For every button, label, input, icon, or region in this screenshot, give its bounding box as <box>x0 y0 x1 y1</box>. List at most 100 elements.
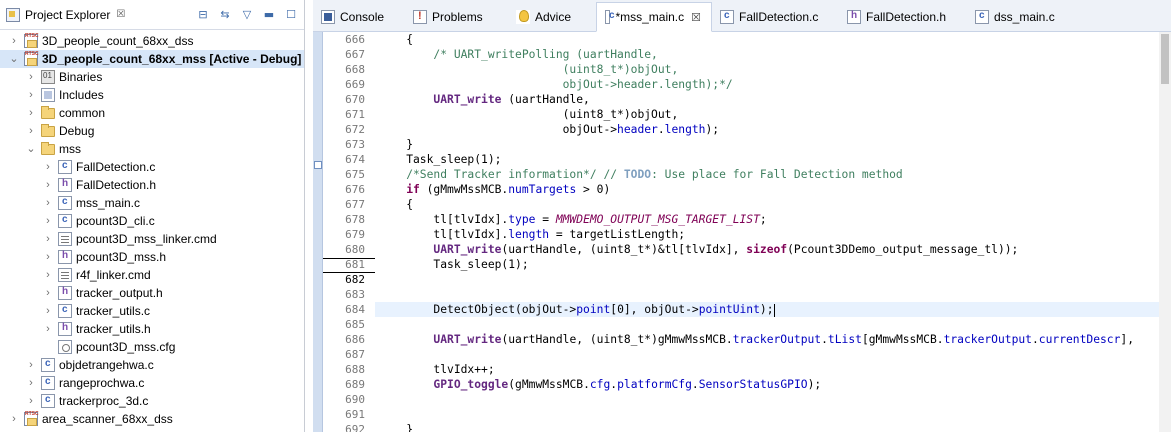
code-token: (uartHandle, <box>501 93 590 106</box>
chevron-right-icon[interactable]: › <box>42 215 54 227</box>
code-token: ], <box>1120 333 1135 346</box>
code-line[interactable]: (uint8_t*)objOut, <box>375 107 1171 122</box>
chevron-right-icon[interactable]: › <box>42 287 54 299</box>
tree-item[interactable]: › objdetrangehwa.c <box>0 356 304 374</box>
close-icon[interactable]: ☒ <box>691 11 701 24</box>
tree-item[interactable]: › pcount3D_mss.h <box>0 248 304 266</box>
tree-item[interactable]: pcount3D_mss.cfg <box>0 338 304 356</box>
tree-item[interactable]: › rangeprochwa.c <box>0 374 304 392</box>
tree-item[interactable]: › Debug <box>0 122 304 140</box>
editor-tab[interactable]: dss_main.c <box>967 2 1067 31</box>
chevron-right-icon[interactable]: › <box>42 269 54 281</box>
code-line[interactable]: /* UART_writePolling (uartHandle, <box>375 47 1171 62</box>
tree-item[interactable]: › pcount3D_mss_linker.cmd <box>0 230 304 248</box>
project-explorer-title[interactable]: Project Explorer <box>25 8 110 22</box>
chevron-right-icon[interactable]: › <box>25 395 37 407</box>
editor-tab[interactable]: FallDetection.h <box>839 2 967 31</box>
chevron-right-icon[interactable]: › <box>42 161 54 173</box>
chevron-right-icon[interactable]: › <box>25 89 37 101</box>
tree-item[interactable]: › tracker_utils.c <box>0 302 304 320</box>
code-line[interactable]: UART_write (uartHandle, <box>375 92 1171 107</box>
editor-tab[interactable]: Problems <box>405 2 508 31</box>
tree-item[interactable]: › mss_main.c <box>0 194 304 212</box>
code-token: : Use place for Fall Detection method <box>651 168 903 181</box>
tree-item[interactable]: › tracker_utils.h <box>0 320 304 338</box>
code-line[interactable]: } <box>375 137 1171 152</box>
code-line[interactable]: /*Send Tracker information*/ // TODO: Us… <box>375 167 1171 182</box>
tree-item[interactable]: › area_scanner_68xx_dss <box>0 410 304 428</box>
editor-tab[interactable]: Console <box>313 2 405 31</box>
minimize-icon[interactable]: ▬ <box>262 8 276 22</box>
chevron-right-icon[interactable]: › <box>8 35 20 47</box>
code-line[interactable]: UART_write(uartHandle, (uint8_t*)&tl[tlv… <box>375 242 1171 257</box>
code-line[interactable]: tl[tlvIdx].length = targetListLength; <box>375 227 1171 242</box>
code-line[interactable] <box>375 407 1171 422</box>
code-line[interactable]: Task_sleep(1); <box>375 257 1171 272</box>
code-token: UART_write <box>433 93 502 106</box>
close-icon[interactable]: ☒ <box>116 9 125 20</box>
overview-ruler[interactable] <box>313 32 323 432</box>
tree-item[interactable]: › pcount3D_cli.c <box>0 212 304 230</box>
code-line[interactable] <box>375 287 1171 302</box>
code-line[interactable]: UART_write(uartHandle, (uint8_t*)gMmwMss… <box>375 332 1171 347</box>
code-line[interactable]: { <box>375 32 1171 47</box>
chevron-right-icon[interactable]: › <box>42 305 54 317</box>
code-line[interactable]: objOut->header.length); <box>375 122 1171 137</box>
tree-item-label: Debug <box>59 124 95 138</box>
scrollbar-thumb[interactable] <box>1161 34 1169 84</box>
collapse-all-icon[interactable]: ⊟ <box>196 8 210 22</box>
editor-tab[interactable]: FallDetection.c <box>712 2 839 31</box>
code-line[interactable]: { <box>375 197 1171 212</box>
chevron-right-icon[interactable]: › <box>25 125 37 137</box>
chevron-right-icon[interactable]: › <box>25 359 37 371</box>
tree-item[interactable]: ⌄ 3D_people_count_68xx_mss [Active - Debu… <box>0 50 304 68</box>
code-line[interactable]: tlvIdx++; <box>375 362 1171 377</box>
vertical-scrollbar[interactable] <box>1159 32 1171 432</box>
code-line[interactable] <box>375 347 1171 362</box>
code-token: > 0) <box>576 183 611 196</box>
code-line[interactable]: Task_sleep(1); <box>375 152 1171 167</box>
code-line[interactable]: } <box>375 422 1171 432</box>
tree-item[interactable]: › Includes <box>0 86 304 104</box>
tree-item[interactable]: › FallDetection.c <box>0 158 304 176</box>
tree-item[interactable]: › FallDetection.h <box>0 176 304 194</box>
chevron-right-icon[interactable]: › <box>42 323 54 335</box>
tree-item[interactable]: › tracker_output.h <box>0 284 304 302</box>
maximize-icon[interactable]: ☐ <box>284 8 298 22</box>
editor-tab[interactable]: *mss_main.c ☒ <box>596 2 712 32</box>
editor-tab[interactable]: Advice <box>508 2 596 31</box>
tree-item[interactable]: › 3D_people_count_68xx_dss <box>0 32 304 50</box>
code-line[interactable] <box>375 317 1171 332</box>
code-line[interactable] <box>375 272 1171 287</box>
code-editor[interactable]: 666 667 668 669 670 671 672 673 674 675 676 677 678 6… <box>313 32 1171 432</box>
tree-item[interactable]: › r4f_linker.cmd <box>0 266 304 284</box>
tree-item[interactable]: › common <box>0 104 304 122</box>
link-with-editor-icon[interactable]: ⇆ <box>218 8 232 22</box>
tree-item[interactable]: › Binaries <box>0 68 304 86</box>
code-line[interactable]: GPIO_toggle(gMmwMssMCB.cfg.platformCfg.S… <box>375 377 1171 392</box>
chevron-right-icon[interactable]: › <box>25 377 37 389</box>
chevron-right-icon[interactable]: › <box>42 251 54 263</box>
annotation-marker-icon[interactable] <box>314 161 322 169</box>
view-menu-icon[interactable]: ▽ <box>240 8 254 22</box>
chevron-right-icon[interactable]: › <box>8 413 20 425</box>
chevron-right-icon[interactable]: › <box>42 233 54 245</box>
line-number: 670 <box>345 93 365 106</box>
code-text-area[interactable]: { /* UART_writePolling (uartHandle, (uin… <box>375 32 1171 432</box>
chevron-right-icon[interactable]: › <box>42 197 54 209</box>
tree-item[interactable]: ⌄ mss <box>0 140 304 158</box>
code-line[interactable]: objOut->header.length);*/ <box>375 77 1171 92</box>
chevron-down-icon[interactable]: ⌄ <box>8 53 20 65</box>
chevron-right-icon[interactable]: › <box>25 71 37 83</box>
explorer-toolbar: ⊟ ⇆ ▽ ▬ ☐ <box>196 8 298 22</box>
code-line[interactable] <box>375 392 1171 407</box>
chevron-right-icon[interactable]: › <box>42 179 54 191</box>
chevron-right-icon[interactable]: › <box>25 107 37 119</box>
code-line[interactable]: (uint8_t*)objOut, <box>375 62 1171 77</box>
code-line[interactable]: DetectObject(objOut->point[0], objOut->p… <box>375 302 1171 317</box>
chevron-down-icon[interactable]: ⌄ <box>25 143 37 155</box>
tree-item[interactable]: › trackerproc_3d.c <box>0 392 304 410</box>
code-line[interactable]: if (gMmwMssMCB.numTargets > 0) <box>375 182 1171 197</box>
code-line[interactable]: tl[tlvIdx].type = MMWDEMO_OUTPUT_MSG_TAR… <box>375 212 1171 227</box>
